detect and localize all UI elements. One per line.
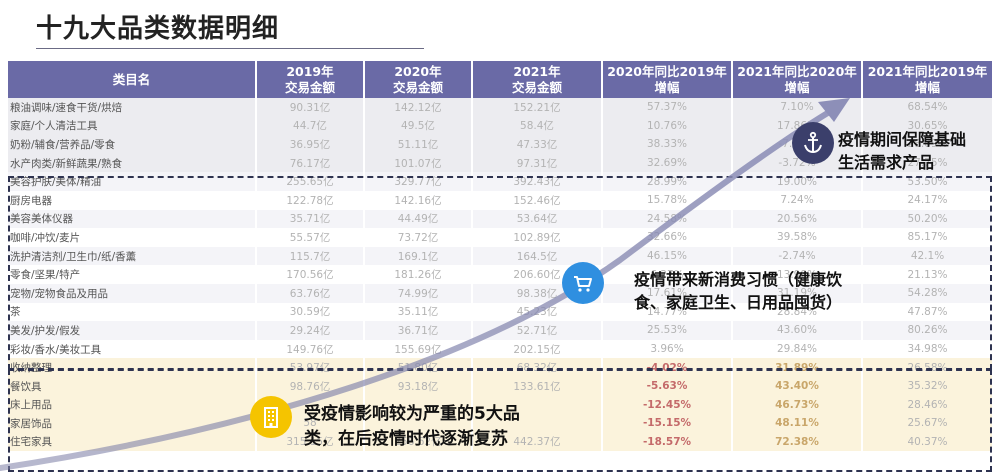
- callout-essentials: 疫情期间保障基础生活需求产品: [838, 130, 967, 172]
- shopping-cart-icon: [562, 262, 604, 304]
- callout-recovering: 受疫情影响较为严重的5大品类，在后疫情时代逐渐复苏: [304, 404, 520, 449]
- anchor-icon: [792, 122, 834, 164]
- callout-new-habits: 疫情带来新消费习惯（健康饮食、家庭卫生、日用品囤货）: [634, 270, 843, 312]
- building-icon: [250, 396, 292, 438]
